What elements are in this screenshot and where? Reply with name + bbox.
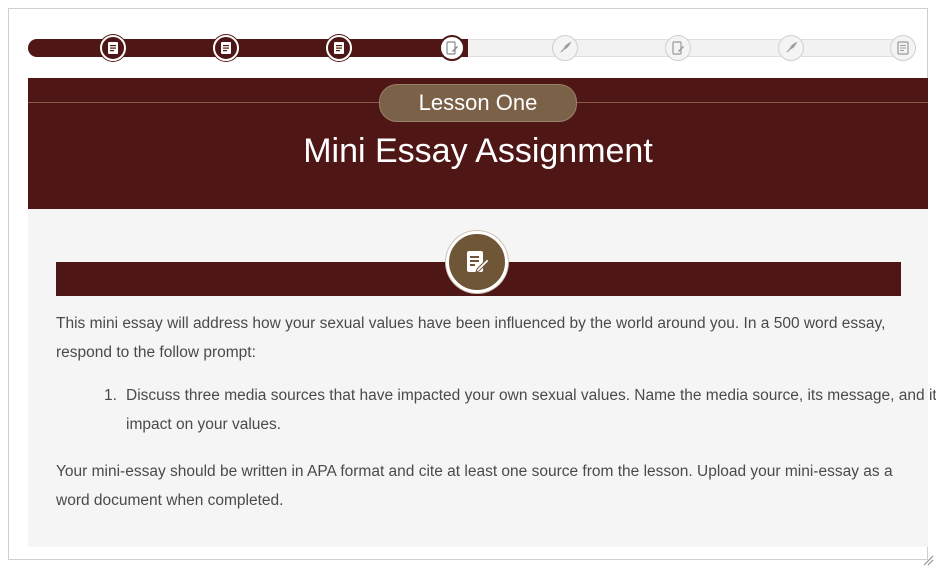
edit-document-icon: [467, 251, 490, 273]
edit-document-icon: [672, 41, 684, 55]
closing-paragraph: Your mini-essay should be written in APA…: [56, 463, 893, 509]
document-icon: [108, 42, 118, 54]
intro-paragraph: This mini essay will address how your se…: [56, 315, 886, 361]
document-icon: [221, 42, 231, 54]
progress-step-3[interactable]: [326, 35, 352, 61]
assignment-content: This mini essay will address how your se…: [28, 209, 936, 547]
progress-step-6[interactable]: [665, 35, 691, 61]
prompt-list: 1. Discuss three media sources that have…: [56, 381, 936, 439]
progress-step-8[interactable]: [890, 35, 916, 61]
resize-handle-icon[interactable]: [922, 554, 934, 566]
edit-document-icon: [446, 41, 458, 55]
list-item-number: 1.: [104, 387, 117, 404]
lesson-progress-bar: [28, 33, 928, 63]
page-title: Mini Essay Assignment: [303, 132, 653, 170]
document-icon: [897, 41, 909, 55]
rocket-icon: [560, 41, 572, 53]
progress-step-7[interactable]: [778, 35, 804, 61]
progress-step-1[interactable]: [100, 35, 126, 61]
rocket-icon: [786, 41, 798, 53]
progress-step-5[interactable]: [552, 35, 578, 61]
progress-step-2[interactable]: [213, 35, 239, 61]
progress-step-4[interactable]: [439, 35, 465, 61]
list-item: Discuss three media sources that have im…: [126, 387, 936, 433]
section-icon-badge: [446, 231, 508, 293]
progress-fill: [28, 39, 468, 57]
lesson-banner: Lesson One Mini Essay Assignment: [28, 78, 928, 209]
document-icon: [334, 42, 344, 54]
lesson-label: Lesson One: [379, 84, 577, 122]
